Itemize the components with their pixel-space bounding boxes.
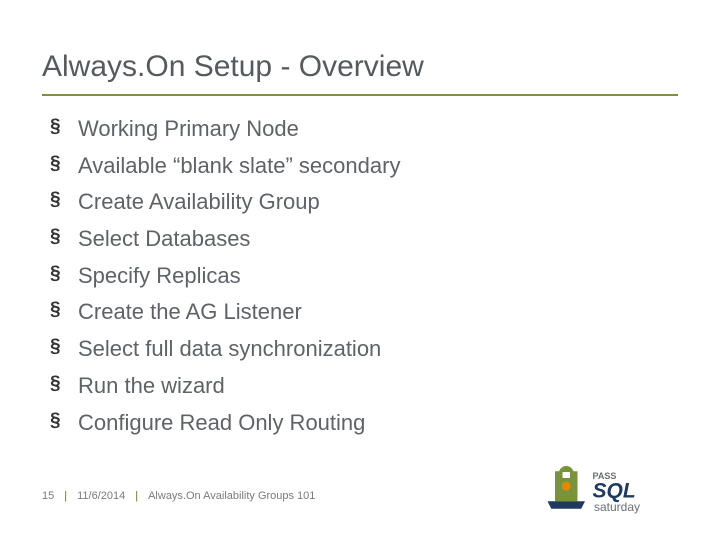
list-item: § Create the AG Listener xyxy=(50,297,678,327)
list-item: § Select full data synchronization xyxy=(50,334,678,364)
slide: Always.On Setup - Overview § Working Pri… xyxy=(0,0,720,540)
bullet-text: Working Primary Node xyxy=(78,114,299,144)
bullet-text: Specify Replicas xyxy=(78,261,241,291)
bullet-list: § Working Primary Node § Available “blan… xyxy=(42,114,678,437)
separator-icon: | xyxy=(64,490,67,502)
list-item: § Specify Replicas xyxy=(50,261,678,291)
footer-date: 11/6/2014 xyxy=(77,490,125,502)
sql-saturday-logo: PASS SQL saturday xyxy=(540,460,690,520)
list-item: § Run the wizard xyxy=(50,371,678,401)
bullet-icon: § xyxy=(50,371,78,398)
list-item: § Configure Read Only Routing xyxy=(50,408,678,438)
bullet-icon: § xyxy=(50,334,78,361)
bullet-text: Create the AG Listener xyxy=(78,297,302,327)
bullet-icon: § xyxy=(50,408,78,435)
list-item: § Working Primary Node xyxy=(50,114,678,144)
bullet-icon: § xyxy=(50,224,78,251)
bullet-icon: § xyxy=(50,151,78,178)
bullet-text: Select full data synchronization xyxy=(78,334,381,364)
logo-text-sub: saturday xyxy=(594,500,640,514)
page-number: 15 xyxy=(42,490,54,502)
list-item: § Select Databases xyxy=(50,224,678,254)
slide-title: Always.On Setup - Overview xyxy=(42,50,678,84)
bullet-text: Configure Read Only Routing xyxy=(78,408,365,438)
footer: 15 | 11/6/2014 | Always.On Availability … xyxy=(42,490,315,502)
title-rule xyxy=(42,94,678,96)
bullet-icon: § xyxy=(50,187,78,214)
bullet-text: Select Databases xyxy=(78,224,250,254)
bullet-text: Run the wizard xyxy=(78,371,225,401)
bullet-text: Available “blank slate” secondary xyxy=(78,151,400,181)
bullet-icon: § xyxy=(50,297,78,324)
list-item: § Create Availability Group xyxy=(50,187,678,217)
bullet-icon: § xyxy=(50,261,78,288)
bullet-icon: § xyxy=(50,114,78,141)
separator-icon: | xyxy=(135,490,138,502)
list-item: § Available “blank slate” secondary xyxy=(50,151,678,181)
footer-presentation-title: Always.On Availability Groups 101 xyxy=(148,490,315,502)
bullet-text: Create Availability Group xyxy=(78,187,320,217)
logo-text-main: SQL xyxy=(593,480,636,503)
